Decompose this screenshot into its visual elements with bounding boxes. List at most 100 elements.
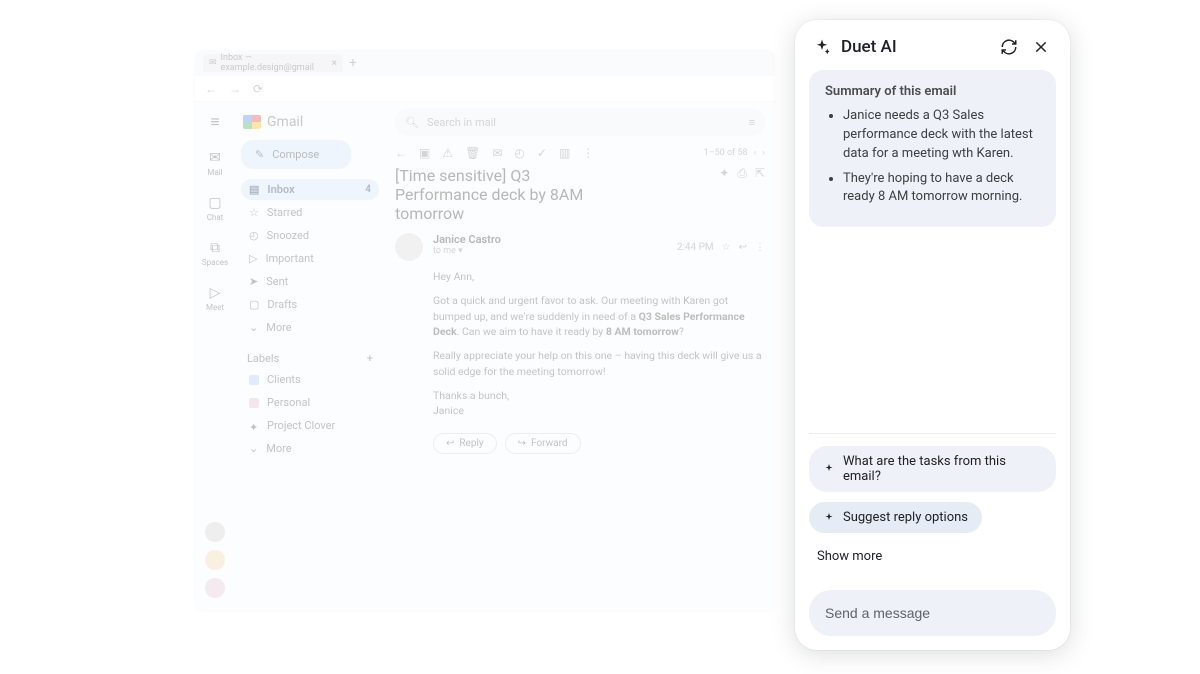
chip-label: Suggest reply options — [843, 510, 968, 525]
summary-card: Summary of this email Janice needs a Q3 … — [809, 70, 1056, 227]
sparkle-icon — [813, 38, 831, 56]
compose-label: Compose — [272, 148, 319, 161]
label-color-icon — [249, 375, 259, 385]
chip-label: What are the tasks from this email? — [843, 454, 1042, 484]
sender-name: Janice Castro — [433, 233, 667, 246]
avatar[interactable] — [205, 522, 225, 542]
snooze-icon[interactable]: ◴ — [514, 146, 524, 160]
spaces-icon: ⧉ — [210, 240, 220, 256]
more-icon[interactable]: ⋮ — [755, 242, 765, 253]
chat-icon: ▢ — [208, 195, 221, 211]
rail-chat[interactable]: ▢Chat — [207, 195, 224, 222]
reply-icon: ↩︎ — [446, 438, 454, 449]
nav-more[interactable]: ⌄More — [241, 317, 379, 338]
message-header: Janice Castro to me ▾ 2:44 PM ☆ ↩︎ ⋮ — [395, 233, 765, 261]
search-bar[interactable]: 🔍︎ Search in mail ≡ — [395, 108, 765, 136]
search-placeholder: Search in mail — [427, 116, 496, 129]
nav-snoozed[interactable]: ◴Snoozed — [241, 225, 379, 246]
label-more[interactable]: ⌄More — [241, 438, 379, 459]
mail-toolbar: ← ▣ ⚠︎ 🗑︎ ✉︎ ◴ ✓ ▥ ⋮ 1–50 of 58 ‹ › — [395, 146, 765, 160]
forward-button[interactable]: ↪︎Forward — [505, 433, 581, 454]
label-color-icon — [249, 398, 259, 408]
label-personal[interactable]: Personal — [241, 392, 379, 413]
duet-suggestions: What are the tasks from this email? Sugg… — [809, 433, 1056, 636]
filter-icon[interactable]: ≡ — [749, 116, 755, 129]
nav-drafts[interactable]: ▢Drafts — [241, 294, 379, 315]
recipient-line: to me ▾ — [433, 246, 667, 256]
back-icon[interactable]: ← — [395, 146, 407, 160]
sparkle-icon — [823, 512, 835, 524]
summary-list: Janice needs a Q3 Sales performance deck… — [825, 107, 1040, 207]
avatar[interactable] — [205, 550, 225, 570]
mark-unread-icon[interactable]: ✉︎ — [492, 146, 502, 160]
video-icon: ▷ — [210, 285, 221, 301]
nav-inbox[interactable]: ▤Inbox4 — [241, 179, 379, 200]
suggestion-chip[interactable]: Suggest reply options — [809, 502, 982, 533]
duet-panel: Duet AI Summary of this email Janice nee… — [795, 20, 1070, 650]
task-icon[interactable]: ✓ — [537, 146, 547, 160]
add-label-button[interactable]: + — [367, 352, 373, 365]
forward-icon[interactable]: → — [229, 82, 241, 96]
account-avatars — [205, 522, 225, 598]
gmail-sidebar: Gmail ✎ Compose ▤Inbox4 ☆Starred ◴Snooze… — [235, 102, 385, 610]
sender-avatar — [395, 233, 423, 261]
compose-button[interactable]: ✎ Compose — [241, 140, 351, 169]
message-input[interactable] — [809, 590, 1056, 636]
menu-icon[interactable]: ≡ — [210, 112, 219, 132]
next-page-icon[interactable]: › — [762, 148, 765, 158]
rail-mail[interactable]: ✉︎Mail — [207, 150, 222, 177]
gmail-product-name: Gmail — [267, 114, 303, 130]
star-icon: ☆ — [249, 206, 259, 219]
duet-header: Duet AI — [809, 36, 1056, 70]
reply-icon[interactable]: ↩︎ — [739, 242, 747, 253]
reply-button[interactable]: ↩︎Reply — [433, 433, 497, 454]
nav-sent[interactable]: ➤Sent — [241, 271, 379, 292]
browser-toolbar: ← → ⟳ — [195, 76, 775, 102]
label-clients[interactable]: Clients — [241, 369, 379, 390]
print-icon[interactable]: ⎙ — [737, 166, 747, 181]
report-icon[interactable]: ⚠︎ — [442, 146, 453, 160]
nav-starred[interactable]: ☆Starred — [241, 202, 379, 223]
message-body: Hey Ann, Got a quick and urgent favor to… — [433, 269, 765, 419]
move-icon[interactable]: ▥ — [559, 146, 570, 160]
summary-bullet: They're hoping to have a deck ready 8 AM… — [843, 170, 1040, 208]
message-input-field[interactable] — [825, 605, 1040, 621]
duet-title: Duet AI — [841, 37, 897, 57]
summarize-icon[interactable]: ✦ — [719, 166, 729, 181]
rail-spaces[interactable]: ⧉Spaces — [202, 240, 228, 267]
gmail-logo: Gmail — [241, 110, 379, 140]
mail-icon: ✉︎ — [209, 150, 221, 166]
browser-tab-title: Inbox — example.design@gmail — [221, 53, 328, 73]
inbox-count: 4 — [365, 184, 371, 195]
back-icon[interactable]: ← — [205, 82, 217, 96]
open-new-icon[interactable]: ⇱ — [755, 166, 765, 181]
refresh-button[interactable] — [998, 36, 1020, 58]
sent-icon: ➤ — [249, 275, 258, 288]
browser-tab[interactable]: ✉︎ Inbox — example.design@gmail × — [203, 54, 343, 72]
more-icon[interactable]: ⋮ — [582, 146, 594, 160]
reload-icon[interactable]: ⟳ — [253, 82, 263, 96]
browser-tabbar: ✉︎ Inbox — example.design@gmail × + — [195, 50, 775, 76]
nav-important[interactable]: ▷Important — [241, 248, 379, 269]
suggestion-chip[interactable]: What are the tasks from this email? — [809, 446, 1056, 492]
prev-page-icon[interactable]: ‹ — [754, 148, 757, 158]
star-icon[interactable]: ☆ — [722, 242, 731, 253]
new-tab-button[interactable]: + — [349, 55, 357, 71]
pager: 1–50 of 58 ‹ › — [704, 148, 765, 158]
archive-icon[interactable]: ▣ — [419, 146, 430, 160]
important-icon: ▷ — [249, 252, 257, 265]
envelope-icon: ✉︎ — [209, 58, 217, 68]
delete-icon[interactable]: 🗑︎ — [465, 146, 480, 160]
label-project[interactable]: ✦Project Clover — [241, 415, 379, 436]
gmail-logo-icon — [243, 115, 261, 129]
avatar[interactable] — [205, 578, 225, 598]
summary-bullet: Janice needs a Q3 Sales performance deck… — [843, 107, 1040, 164]
close-button[interactable] — [1030, 36, 1052, 58]
rail-meet[interactable]: ▷Meet — [206, 285, 224, 312]
mail-main: 🔍︎ Search in mail ≡ ← ▣ ⚠︎ 🗑︎ ✉︎ ◴ ✓ ▥ ⋮… — [385, 102, 775, 610]
sparkle-icon: ✦ — [249, 421, 259, 431]
show-more-button[interactable]: Show more — [809, 543, 890, 570]
close-tab-icon[interactable]: × — [332, 58, 337, 69]
pencil-icon: ✎ — [255, 148, 264, 161]
drafts-icon: ▢ — [249, 298, 259, 311]
